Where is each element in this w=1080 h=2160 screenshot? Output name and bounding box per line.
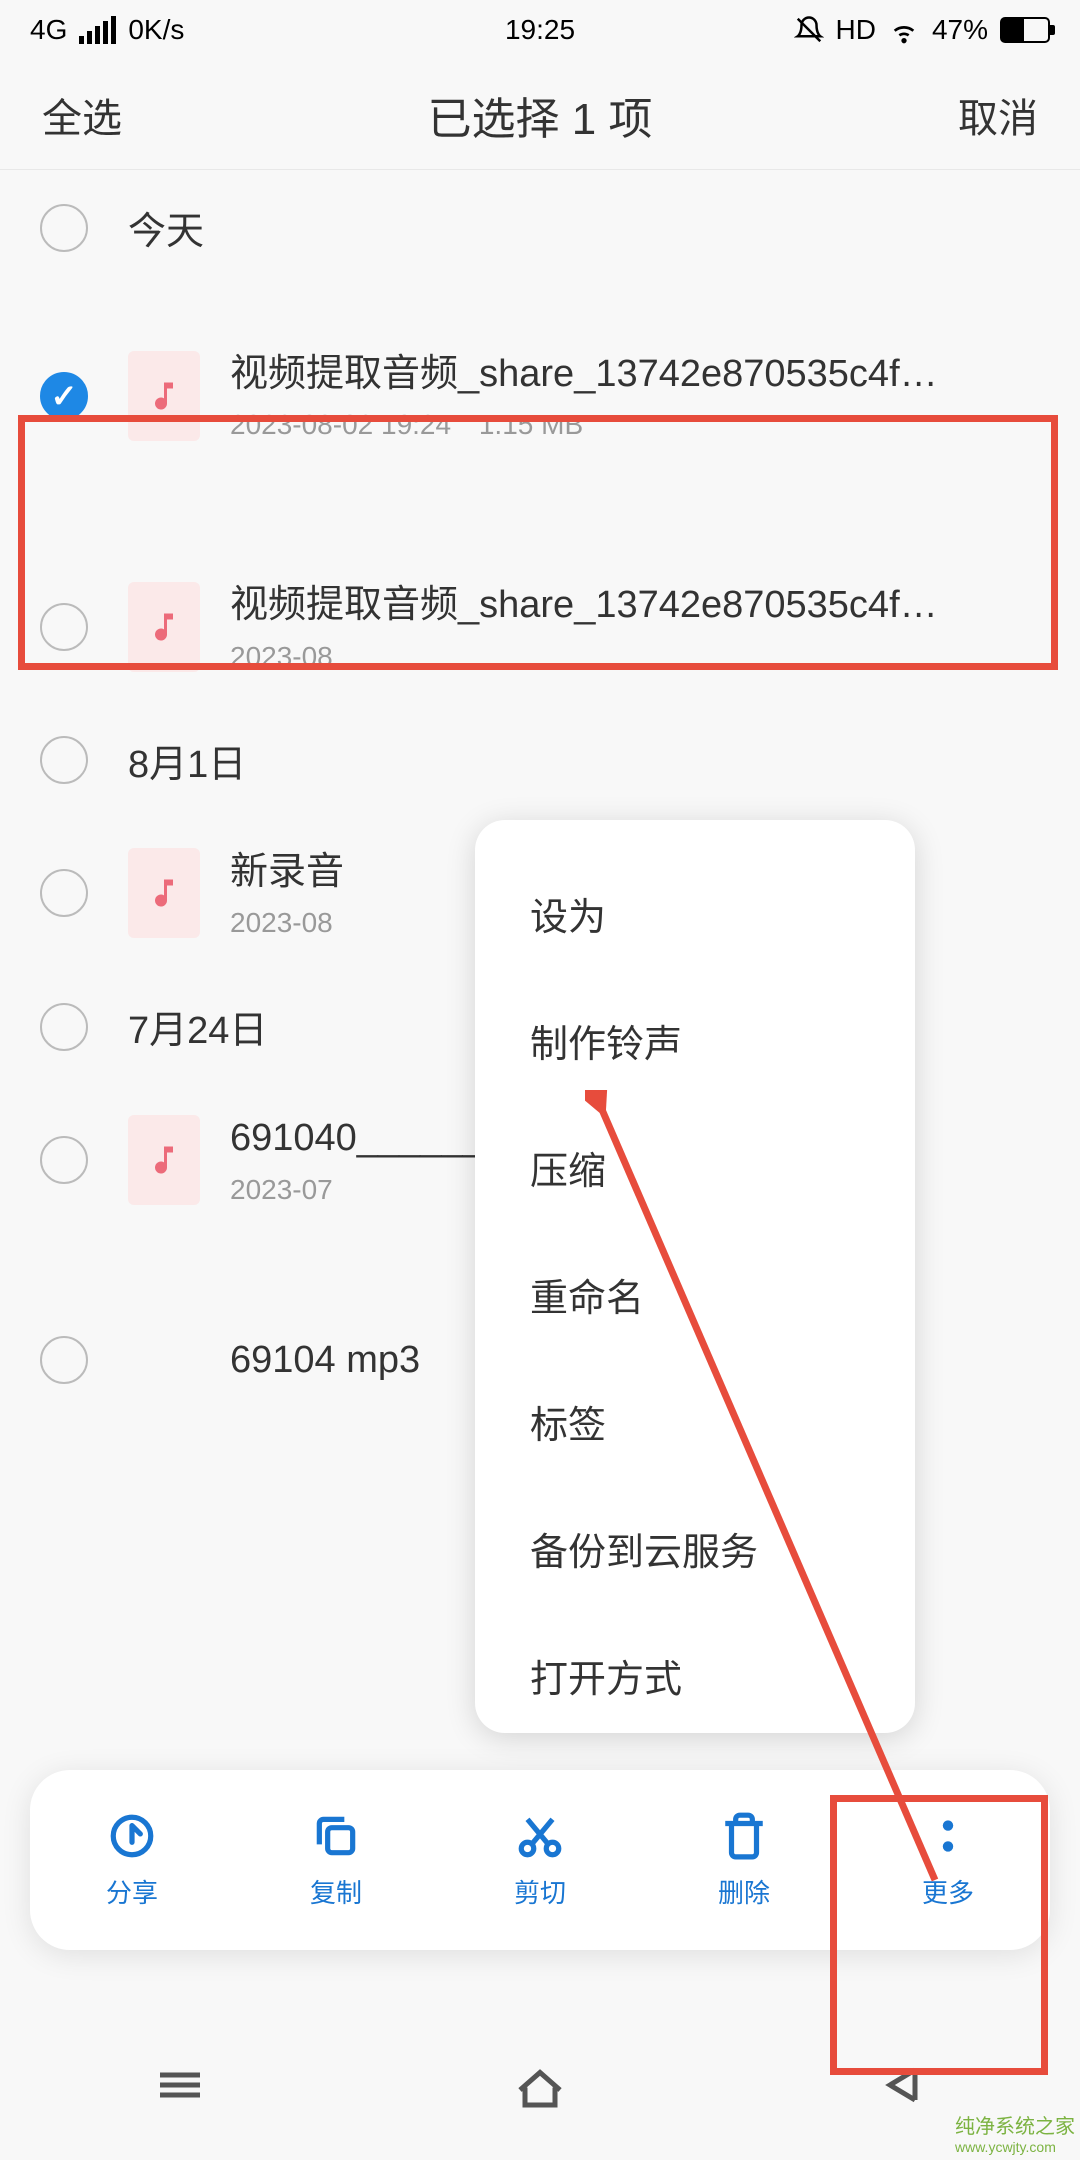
delete-button[interactable]: 删除	[718, 1811, 770, 1910]
file-checkbox[interactable]	[40, 1336, 88, 1384]
status-bar: 4G 0K/s 19:25 HD 47%	[0, 0, 1080, 60]
battery-icon	[1000, 17, 1050, 43]
section-checkbox[interactable]	[40, 204, 88, 252]
menu-open-with[interactable]: 打开方式	[475, 1612, 915, 1703]
file-checkbox[interactable]	[40, 1136, 88, 1184]
status-time: 19:25	[505, 14, 575, 46]
bell-off-icon	[794, 15, 824, 45]
file-date: 2023-08	[230, 907, 333, 938]
hd-label: HD	[836, 14, 876, 46]
music-file-icon	[128, 1115, 200, 1205]
network-speed: 0K/s	[128, 14, 184, 46]
toolbar-label: 剪切	[514, 1873, 566, 1910]
file-checkbox-checked[interactable]	[40, 372, 88, 420]
battery-percent: 47%	[932, 14, 988, 46]
network-type: 4G	[30, 14, 67, 46]
annotation-highlight-1	[18, 415, 1058, 670]
cancel-button[interactable]: 取消	[958, 86, 1038, 144]
more-options-menu: 设为 制作铃声 压缩 重命名 标签 备份到云服务 打开方式	[475, 820, 915, 1733]
file-checkbox[interactable]	[40, 869, 88, 917]
section-label: 今天	[128, 200, 204, 255]
watermark: 纯净系统之家 www.ycwjty.com	[955, 2110, 1075, 2155]
file-name: 视频提取音频_share_13742e870535c4f…	[230, 350, 1040, 399]
menu-rename[interactable]: 重命名	[475, 1231, 915, 1358]
music-file-icon	[128, 848, 200, 938]
selection-header: 全选 已选择 1 项 取消	[0, 60, 1080, 170]
menu-tags[interactable]: 标签	[475, 1358, 915, 1485]
cut-button[interactable]: 剪切	[514, 1811, 566, 1910]
toolbar-label: 删除	[718, 1873, 770, 1910]
section-label: 7月24日	[128, 999, 267, 1054]
selection-title: 已选择 1 项	[428, 83, 653, 147]
select-all-button[interactable]: 全选	[42, 86, 122, 144]
wifi-icon	[888, 14, 920, 46]
menu-compress[interactable]: 压缩	[475, 1104, 915, 1231]
section-checkbox[interactable]	[40, 1003, 88, 1051]
section-today[interactable]: 今天	[0, 170, 1080, 285]
menu-backup-cloud[interactable]: 备份到云服务	[475, 1485, 915, 1612]
section-checkbox[interactable]	[40, 736, 88, 784]
home-icon[interactable]	[510, 2055, 570, 2115]
toolbar-label: 分享	[106, 1873, 158, 1910]
signal-icon	[79, 16, 116, 44]
section-label: 8月1日	[128, 733, 246, 788]
recent-apps-icon[interactable]	[150, 2055, 210, 2115]
share-button[interactable]: 分享	[106, 1811, 158, 1910]
toolbar-label: 复制	[310, 1873, 362, 1910]
section-aug1[interactable]: 8月1日	[0, 703, 1080, 818]
file-date: 2023-07	[230, 1174, 333, 1205]
annotation-highlight-2	[830, 1795, 1048, 2075]
menu-set-as[interactable]: 设为	[475, 850, 915, 977]
copy-button[interactable]: 复制	[310, 1811, 362, 1910]
menu-make-ringtone[interactable]: 制作铃声	[475, 977, 915, 1104]
